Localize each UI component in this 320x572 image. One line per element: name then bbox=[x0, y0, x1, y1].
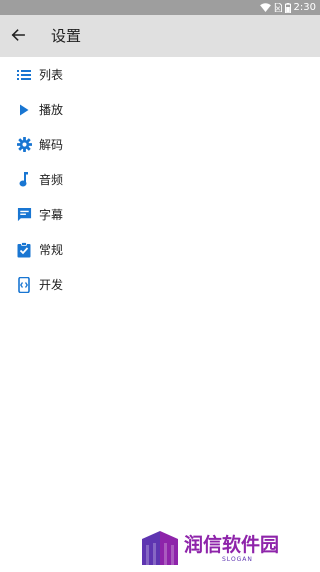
menu-item-label: 解码 bbox=[39, 138, 64, 152]
status-icons: 2:30 bbox=[259, 0, 316, 15]
watermark-logo-icon bbox=[140, 529, 180, 569]
menu-item-audio[interactable]: 音频 bbox=[0, 162, 320, 197]
watermark-slogan: SLOGAN bbox=[222, 556, 253, 563]
play-icon bbox=[16, 102, 32, 118]
watermark-text: 润信软件园 bbox=[184, 534, 280, 556]
menu-item-list[interactable]: 列表 bbox=[0, 57, 320, 92]
menu-item-developer[interactable]: 开发 bbox=[0, 267, 320, 302]
gear-icon bbox=[16, 137, 32, 153]
developer-icon bbox=[16, 276, 32, 293]
menu-item-subtitles[interactable]: 字幕 bbox=[0, 197, 320, 232]
menu-item-label: 开发 bbox=[39, 278, 64, 292]
page-title: 设置 bbox=[51, 27, 82, 45]
settings-menu: 列表 播放 解码 音频 字幕 常规 开发 bbox=[0, 57, 320, 302]
watermark: 润信软件园 SLOGAN bbox=[140, 526, 310, 566]
list-icon bbox=[16, 67, 32, 83]
menu-item-label: 音频 bbox=[39, 173, 64, 187]
app-bar: 设置 bbox=[0, 15, 320, 57]
menu-item-decoding[interactable]: 解码 bbox=[0, 127, 320, 162]
status-bar: 2:30 bbox=[0, 0, 320, 15]
menu-item-label: 播放 bbox=[39, 103, 64, 117]
music-note-icon bbox=[16, 172, 32, 188]
status-time: 2:30 bbox=[293, 2, 316, 13]
sim-icon bbox=[274, 3, 282, 12]
arrow-back-icon bbox=[11, 27, 25, 46]
wifi-icon bbox=[259, 3, 271, 12]
menu-item-label: 列表 bbox=[39, 68, 64, 82]
menu-item-label: 常规 bbox=[39, 243, 64, 257]
battery-icon bbox=[284, 2, 291, 13]
clipboard-check-icon bbox=[16, 241, 32, 258]
menu-item-label: 字幕 bbox=[39, 208, 64, 222]
subtitles-icon bbox=[16, 207, 32, 223]
menu-item-playback[interactable]: 播放 bbox=[0, 92, 320, 127]
menu-item-general[interactable]: 常规 bbox=[0, 232, 320, 267]
back-button[interactable] bbox=[6, 24, 30, 48]
